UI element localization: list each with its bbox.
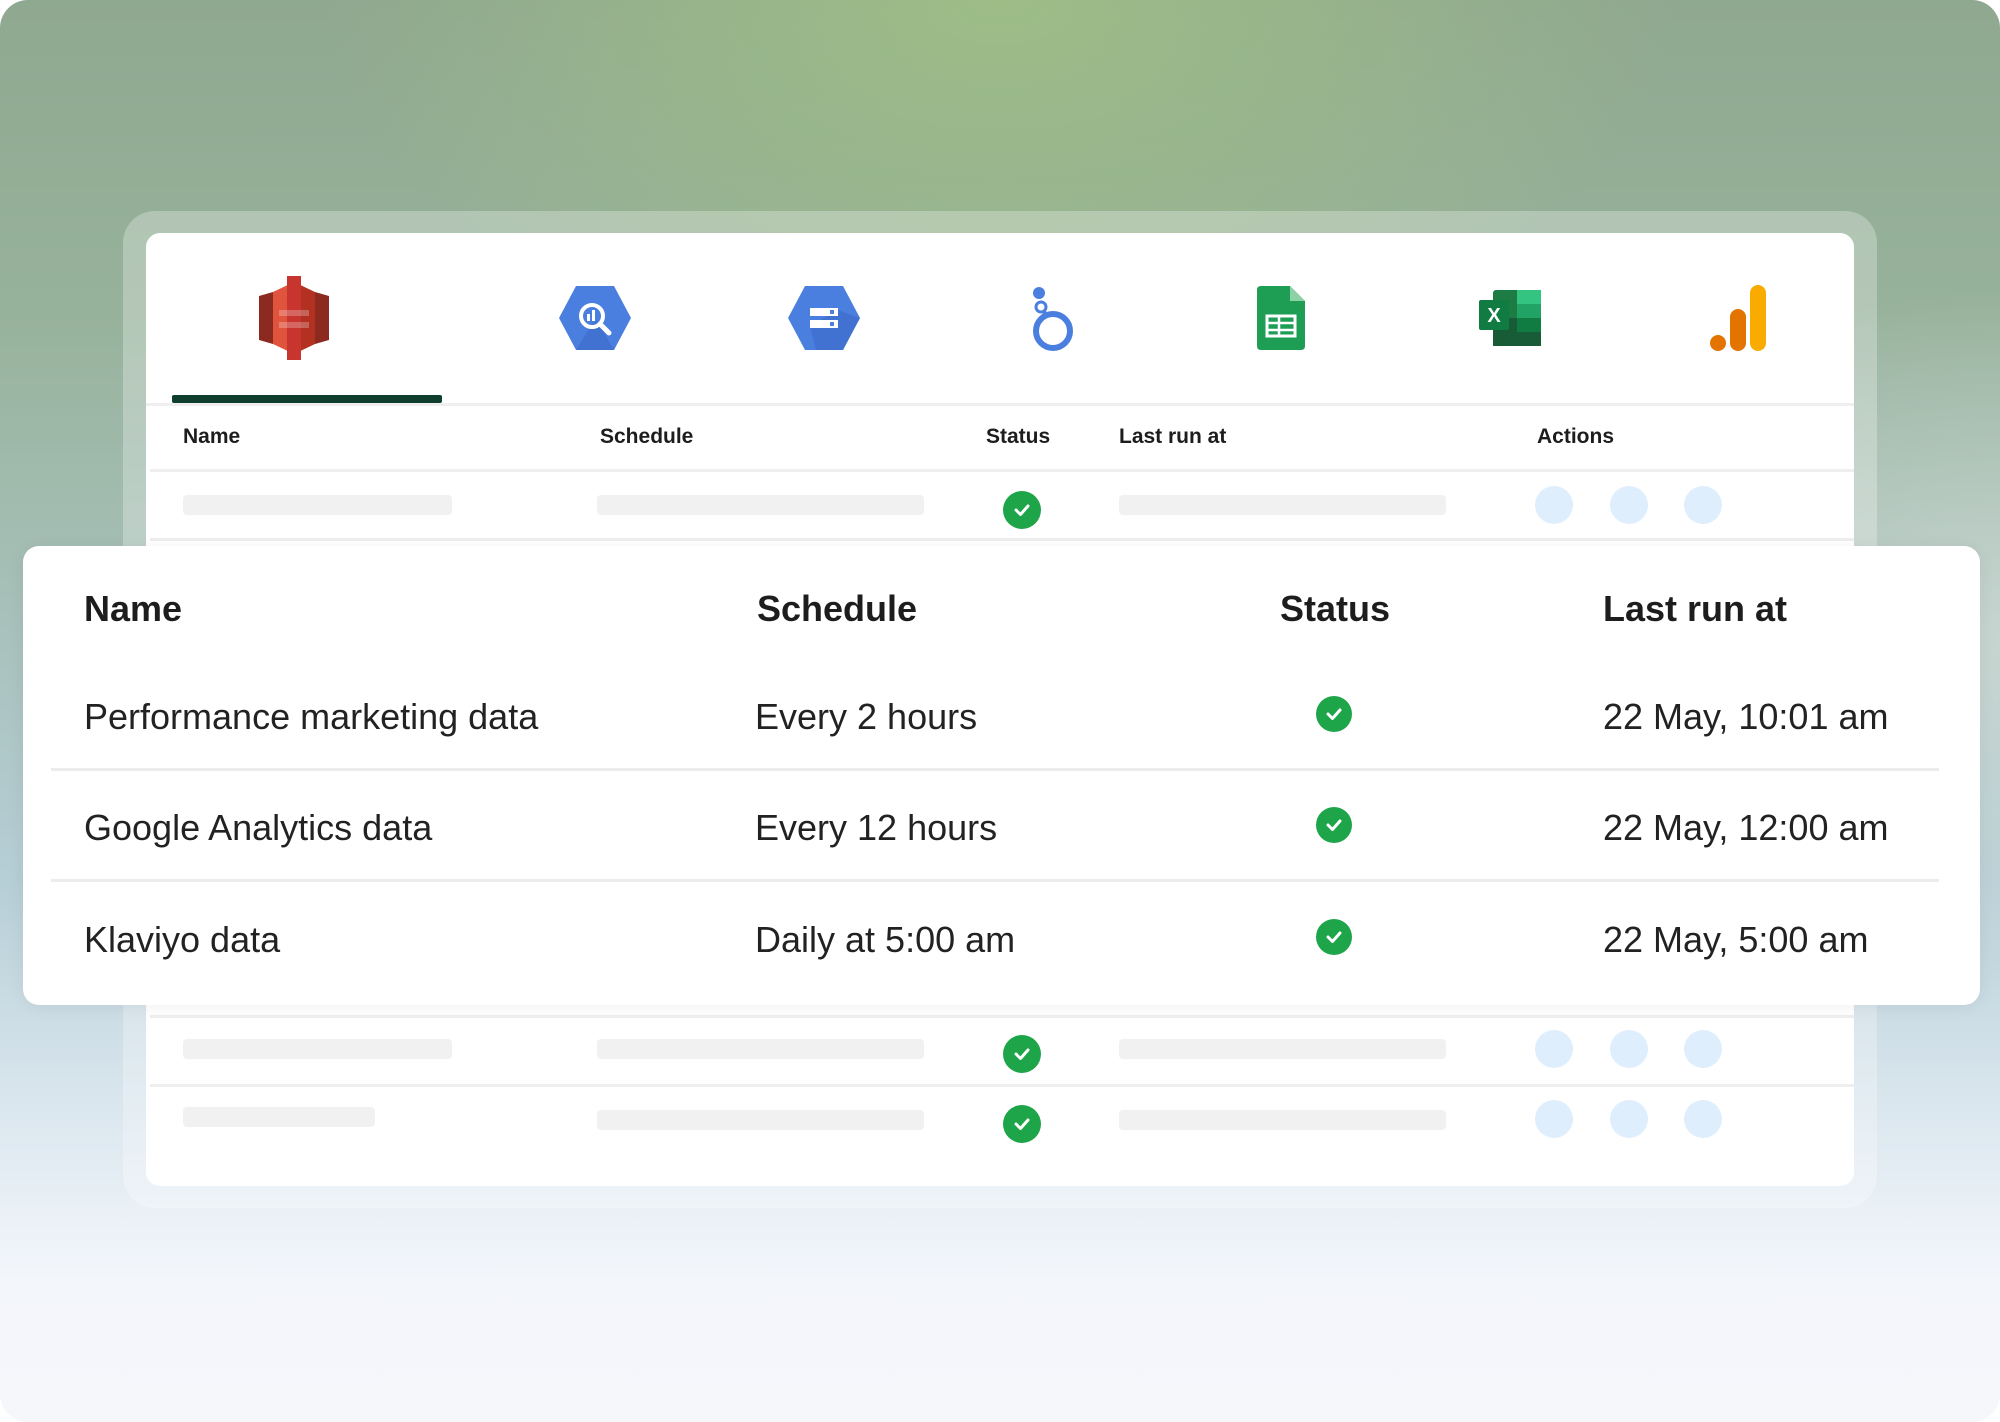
col-header-last-run: Last run at (1119, 425, 1227, 448)
active-tab-indicator (172, 395, 442, 403)
placeholder-bar (183, 1107, 375, 1127)
action-button[interactable] (1535, 1030, 1573, 1068)
pipeline-schedule: Daily at 5:00 am (755, 919, 1016, 960)
placeholder-bar (1119, 1039, 1446, 1059)
action-button[interactable] (1684, 1100, 1722, 1138)
placeholder-bar (183, 1039, 452, 1059)
svg-text:X: X (1487, 305, 1501, 327)
placeholder-bar (1119, 495, 1446, 515)
success-check-icon (1003, 491, 1041, 529)
col-header-status: Status (1280, 588, 1391, 629)
col-header-schedule: Schedule (600, 425, 694, 448)
cloud-storage-icon (788, 286, 860, 350)
placeholder-bar (1119, 1110, 1446, 1130)
looker-icon (1033, 287, 1073, 351)
excel-icon: X (1479, 290, 1541, 346)
action-button[interactable] (1610, 1100, 1648, 1138)
connector-tab-google-sheets[interactable] (1236, 273, 1326, 363)
success-check-icon (1316, 919, 1352, 955)
col-header-status: Status (986, 425, 1051, 448)
connector-tab-looker[interactable] (1007, 273, 1097, 363)
bigquery-icon (559, 286, 631, 350)
row-divider (150, 1084, 1854, 1087)
pipeline-last-run: 22 May, 12:00 am (1603, 807, 1889, 848)
col-header-name: Name (84, 588, 183, 629)
col-header-last-run: Last run at (1603, 588, 1788, 629)
pipeline-name: Google Analytics data (84, 807, 433, 848)
pipeline-table-card: Name Schedule Status Last run at Perform… (23, 546, 1980, 1005)
connector-tabs: X (146, 233, 1854, 403)
row-divider (150, 1015, 1854, 1018)
connector-tab-google-analytics[interactable] (1694, 273, 1784, 363)
placeholder-bar (597, 1039, 924, 1059)
col-header-name: Name (183, 425, 241, 448)
action-button[interactable] (1610, 1030, 1648, 1068)
google-sheets-icon (1257, 286, 1305, 350)
header-divider (150, 469, 1854, 472)
pipeline-name: Klaviyo data (84, 919, 281, 960)
placeholder-bar (183, 495, 452, 515)
success-check-icon (1003, 1105, 1041, 1143)
connector-tab-cloud-storage[interactable] (779, 273, 869, 363)
tabs-divider (146, 403, 1854, 406)
pipeline-schedule: Every 12 hours (755, 807, 998, 848)
amazon-s3-icon (259, 276, 329, 360)
action-button[interactable] (1610, 486, 1648, 524)
success-check-icon (1316, 696, 1352, 732)
pipeline-last-run: 22 May, 5:00 am (1603, 919, 1869, 960)
connector-tab-amazon-s3[interactable] (249, 273, 339, 363)
google-analytics-icon (1710, 285, 1766, 351)
connector-tab-bigquery[interactable] (550, 273, 640, 363)
row-divider (51, 768, 1939, 771)
col-header-schedule: Schedule (757, 588, 918, 629)
success-check-icon (1003, 1035, 1041, 1073)
row-divider (150, 538, 1854, 541)
row-divider (51, 879, 1939, 882)
connector-tab-excel[interactable]: X (1465, 273, 1555, 363)
pipeline-last-run: 22 May, 10:01 am (1603, 696, 1889, 737)
placeholder-bar (597, 1110, 924, 1130)
action-button[interactable] (1535, 486, 1573, 524)
col-header-actions: Actions (1537, 425, 1615, 448)
action-button[interactable] (1684, 486, 1722, 524)
pipeline-schedule: Every 2 hours (755, 696, 978, 737)
pipeline-name: Performance marketing data (84, 696, 539, 737)
action-button[interactable] (1535, 1100, 1573, 1138)
success-check-icon (1316, 807, 1352, 843)
action-button[interactable] (1684, 1030, 1722, 1068)
placeholder-bar (597, 495, 924, 515)
